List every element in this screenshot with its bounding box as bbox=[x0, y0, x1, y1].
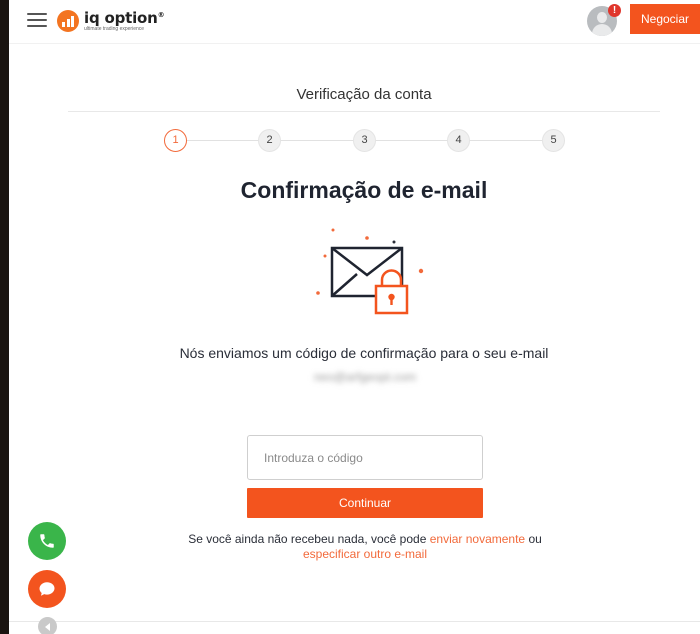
top-header: iq option® ultimate trading experience !… bbox=[9, 0, 700, 44]
note-or: ou bbox=[528, 532, 542, 546]
envelope-lock-icon bbox=[316, 228, 424, 315]
note-prefix: Se você ainda não recebeu nada, você pod… bbox=[188, 532, 427, 546]
phone-button[interactable] bbox=[28, 522, 66, 560]
menu-icon[interactable] bbox=[27, 12, 47, 28]
resend-link[interactable]: enviar novamente bbox=[430, 532, 525, 546]
email-address: neo@arfgeopt.com bbox=[313, 370, 417, 384]
logo-tagline: ultimate trading experience bbox=[84, 25, 145, 32]
resend-note: Se você ainda não recebeu nada, você pod… bbox=[150, 532, 580, 562]
chat-icon bbox=[39, 582, 55, 596]
chevron-left-icon bbox=[44, 622, 50, 631]
change-email-link[interactable]: especificar outro e-mail bbox=[303, 547, 427, 561]
divider bbox=[68, 111, 660, 112]
step-5: 5 bbox=[542, 129, 565, 152]
chat-button[interactable] bbox=[28, 570, 66, 608]
section-heading: Confirmação de e-mail bbox=[240, 177, 488, 203]
step-2: 2 bbox=[258, 129, 281, 152]
phone-icon bbox=[40, 534, 54, 548]
collapse-button[interactable] bbox=[38, 617, 57, 634]
step-4: 4 bbox=[447, 129, 470, 152]
logo[interactable]: iq option® ultimate trading experience bbox=[57, 7, 165, 35]
step-3: 3 bbox=[353, 129, 376, 152]
logo-name: iq option® bbox=[84, 8, 165, 27]
bottom-divider bbox=[9, 621, 700, 622]
continue-button[interactable]: Continuar bbox=[247, 488, 483, 518]
background-strip bbox=[0, 0, 9, 634]
logo-chart-icon bbox=[57, 10, 79, 32]
alert-badge: ! bbox=[608, 4, 621, 17]
step-1: 1 bbox=[164, 129, 187, 152]
confirmation-message: Nós enviamos um código de confirmação pa… bbox=[179, 345, 549, 361]
code-input[interactable] bbox=[247, 435, 483, 480]
trade-button[interactable]: Negociar bbox=[630, 4, 700, 34]
page-title: Verificação da conta bbox=[296, 86, 432, 103]
